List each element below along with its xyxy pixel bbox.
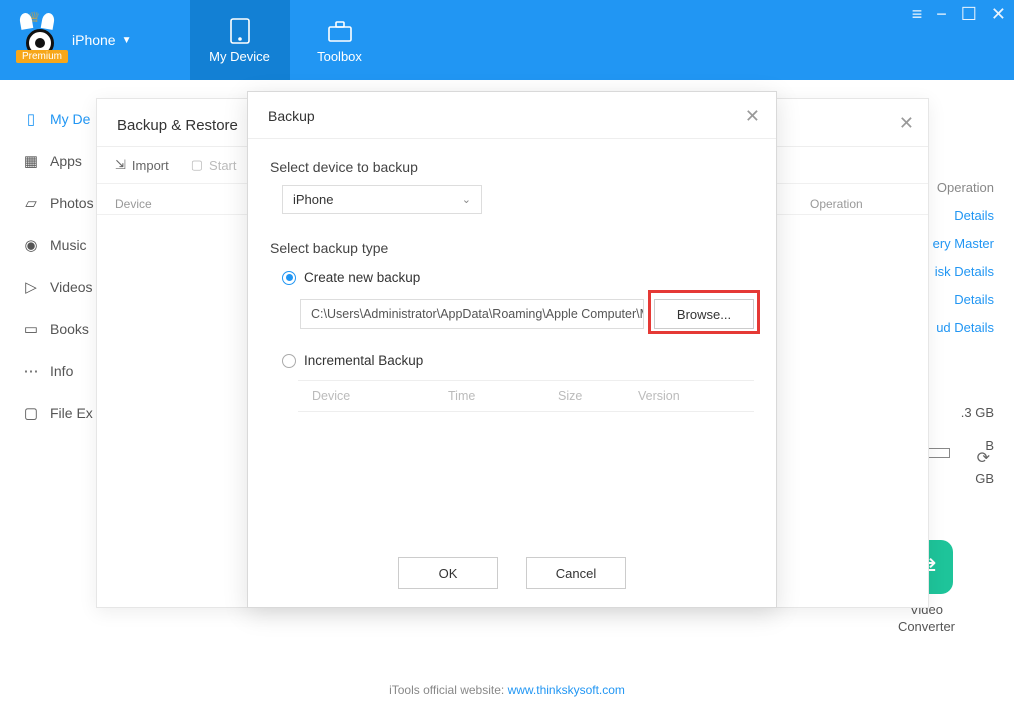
toolbox-icon <box>325 17 355 45</box>
tablet-icon <box>225 17 255 45</box>
apps-icon: ▦ <box>22 152 40 170</box>
device-label: iPhone <box>72 32 116 48</box>
radio-icon <box>282 271 296 285</box>
start-button[interactable]: ▢ Start <box>191 157 237 173</box>
col-size: Size <box>558 389 638 403</box>
folder-icon: ▢ <box>22 404 40 422</box>
radio-incremental[interactable]: Incremental Backup <box>270 349 754 372</box>
radio-create-new[interactable]: Create new backup <box>270 266 754 289</box>
minimize-icon[interactable]: − <box>936 4 947 25</box>
browse-button[interactable]: Browse... <box>654 299 754 329</box>
folder-icon: ▢ <box>191 157 203 173</box>
col-version: Version <box>638 389 728 403</box>
select-device-label: Select device to backup <box>270 159 754 175</box>
footer: iTools official website: www.thinkskysof… <box>0 683 1014 697</box>
close-icon[interactable]: ✕ <box>991 4 1006 25</box>
backup-path-row: C:\Users\Administrator\AppData\Roaming\A… <box>300 299 754 329</box>
sidebar-item-label: Info <box>50 363 73 379</box>
device-select[interactable]: iPhone ⌄ <box>282 185 482 214</box>
book-icon: ▭ <box>22 320 40 338</box>
tab-toolbox[interactable]: Toolbox <box>290 0 390 80</box>
cancel-button[interactable]: Cancel <box>526 557 626 589</box>
tab-my-device[interactable]: My Device <box>190 0 290 80</box>
refresh-icon[interactable]: ⟳ <box>977 448 990 468</box>
sidebar-item-label: File Ex <box>50 405 93 421</box>
website-link[interactable]: www.thinkskysoft.com <box>508 683 625 697</box>
app-logo-icon: ♕ Premium <box>12 15 62 65</box>
sidebar-item-label: Videos <box>50 279 93 295</box>
device-icon: ▯ <box>22 110 40 128</box>
nav-tabs: My Device Toolbox <box>190 0 390 80</box>
sidebar-item-label: Books <box>50 321 89 337</box>
col-device: Device <box>298 389 448 403</box>
ok-button[interactable]: OK <box>398 557 498 589</box>
dialog-title: Backup <box>248 92 776 139</box>
chevron-down-icon: ▼ <box>122 35 132 46</box>
sidebar-item-label: Photos <box>50 195 94 211</box>
col-operation: Operation <box>810 197 910 211</box>
device-dropdown[interactable]: iPhone ▼ <box>72 32 132 48</box>
maximize-icon[interactable]: ☐ <box>961 4 977 25</box>
dialog-footer: OK Cancel <box>248 557 776 589</box>
window-controls: ≡ − ☐ ✕ <box>912 4 1006 25</box>
close-icon[interactable]: ✕ <box>899 113 914 134</box>
close-icon[interactable]: ✕ <box>745 106 760 127</box>
incremental-table-header: Device Time Size Version <box>298 380 754 412</box>
import-button[interactable]: ⇲ Import <box>115 157 169 173</box>
sidebar-item-label: Apps <box>50 153 82 169</box>
photo-icon: ▱ <box>22 194 40 212</box>
music-icon: ◉ <box>22 236 40 254</box>
info-icon: ⋯ <box>22 362 40 380</box>
menu-icon[interactable]: ≡ <box>912 4 923 25</box>
video-icon: ▷ <box>22 278 40 296</box>
dialog-backup: Backup ✕ Select device to backup iPhone … <box>247 91 777 608</box>
backup-path-input[interactable]: C:\Users\Administrator\AppData\Roaming\A… <box>300 299 644 329</box>
col-time: Time <box>448 389 558 403</box>
sidebar-item-label: Music <box>50 237 87 253</box>
app-header: ♕ Premium iPhone ▼ My Device Toolbox ≡ −… <box>0 0 1014 80</box>
sidebar-item-label: My De <box>50 111 90 127</box>
logo-area: ♕ Premium iPhone ▼ <box>0 0 150 80</box>
radio-icon <box>282 354 296 368</box>
chevron-down-icon: ⌄ <box>462 193 471 206</box>
select-type-label: Select backup type <box>270 240 754 256</box>
premium-badge: Premium <box>16 50 68 63</box>
import-icon: ⇲ <box>115 157 126 173</box>
